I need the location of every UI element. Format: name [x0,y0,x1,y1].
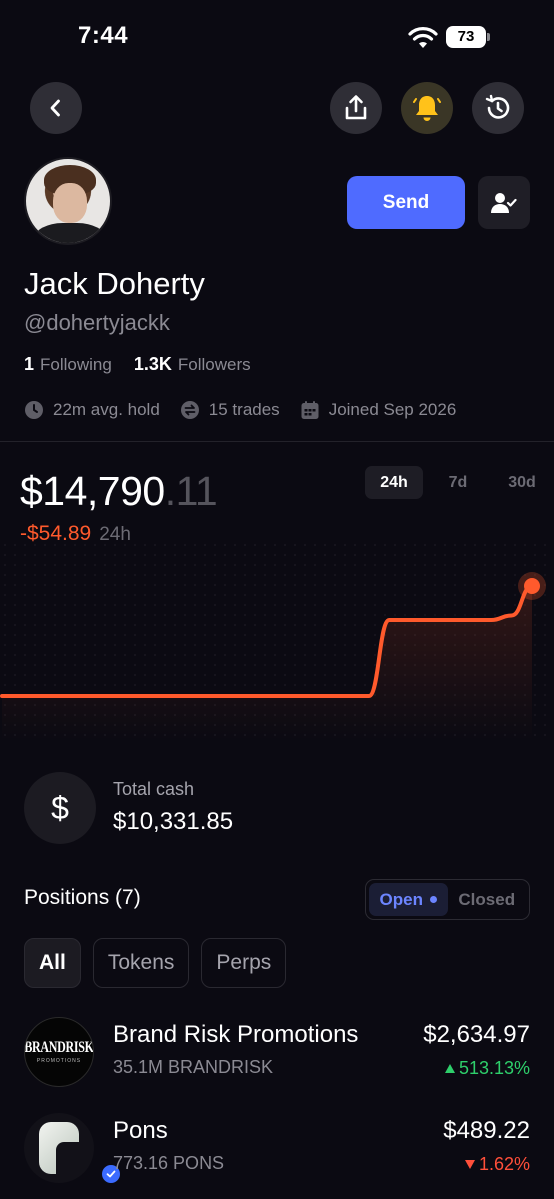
position-change: 1.62% [464,1154,530,1175]
followers-label: Followers [177,355,251,374]
following-link[interactable]: 1 Following [24,354,112,375]
battery-tip [487,33,490,41]
positions-title: Positions (7) [24,886,141,909]
brandrisk-logo-subtext: PROMOTIONS [36,1058,82,1064]
position-change-value: 513.13% [458,1058,530,1078]
position-quantity: 35.1M BRANDRISK [113,1057,274,1077]
position-filters: All Tokens Perps [24,938,287,988]
position-name: Brand Risk Promotions [113,1021,359,1048]
followers-link[interactable]: 1.3K Followers [134,354,251,375]
tab-closed[interactable]: Closed [448,883,527,916]
position-change-value: 1.62% [478,1154,530,1174]
back-button[interactable] [30,82,82,134]
following-count: 1 [24,354,35,374]
history-button[interactable] [472,82,524,134]
position-value: $489.22 [443,1117,530,1144]
cash-label: Total cash [113,779,195,799]
dollar-icon: $ [24,772,96,844]
balance-cents: .11 [164,468,218,514]
avg-hold: 22m avg. hold [53,400,160,419]
brandrisk-logo-text: BRANDRISK [24,1037,94,1056]
position-value: $2,634.97 [423,1021,530,1048]
history-icon [485,94,510,119]
tab-open[interactable]: Open [369,883,448,916]
active-dot-icon [429,896,437,903]
wifi-icon [408,27,438,48]
followers-count: 1.3K [133,354,172,374]
notifications-button[interactable] [401,82,453,134]
follow-stats: 1 Following 1.3K Followers [24,354,251,375]
profile-meta: 22m avg. hold 15 trades Joined Sep 2026 [24,400,456,420]
status-time: 7:44 [78,22,129,49]
user-check-icon [491,192,517,213]
chevron-left-icon [50,99,60,117]
send-button[interactable]: Send [347,176,465,229]
profile-name: Jack Doherty [24,266,205,301]
avatar [24,157,112,245]
portfolio-balance: $14,790.11 [20,468,218,515]
follow-button[interactable] [478,176,530,229]
position-row[interactable]: BRANDRISK PROMOTIONS Brand Risk Promotio… [24,1017,530,1087]
following-label: Following [40,355,112,374]
brandrisk-logo: BRANDRISK PROMOTIONS [24,1017,94,1087]
range-tab-24h[interactable]: 24h [365,466,423,499]
trade-count: 15 trades [208,400,280,419]
portfolio-chart[interactable] [0,540,554,740]
balance-main: $14,790 [20,468,165,514]
swap-icon [180,401,199,419]
position-quantity: 773.16 PONS [113,1153,225,1173]
filter-all[interactable]: All [24,938,81,988]
profile-handle: @dohertyjackk [24,310,170,335]
filter-perps[interactable]: Perps [201,938,287,988]
calendar-icon [301,401,319,419]
range-tab-30d[interactable]: 30d [493,466,551,499]
chart-endpoint [524,578,540,594]
triangle-up-icon [444,1064,455,1073]
cash-value: $10,331.85 [113,808,234,835]
bell-icon [413,96,441,121]
range-tab-7d[interactable]: 7d [429,466,487,499]
triangle-down-icon [464,1160,475,1169]
position-change: 513.13% [444,1058,530,1079]
pons-logo [24,1113,94,1183]
filter-tokens[interactable]: Tokens [92,938,190,988]
divider [0,441,554,442]
clock-icon [25,401,43,419]
joined-date: Joined Sep 2026 [328,400,457,419]
position-row[interactable]: Pons 773.16 PONS $489.22 1.62% [24,1113,530,1185]
share-button[interactable] [330,82,382,134]
share-icon [345,95,367,120]
position-name: Pons [113,1117,168,1144]
battery-indicator: 73 [446,26,486,48]
open-closed-toggle: Open Closed [365,879,530,920]
tab-open-label: Open [379,889,423,909]
range-tabs: 24h 7d 30d [365,466,551,499]
